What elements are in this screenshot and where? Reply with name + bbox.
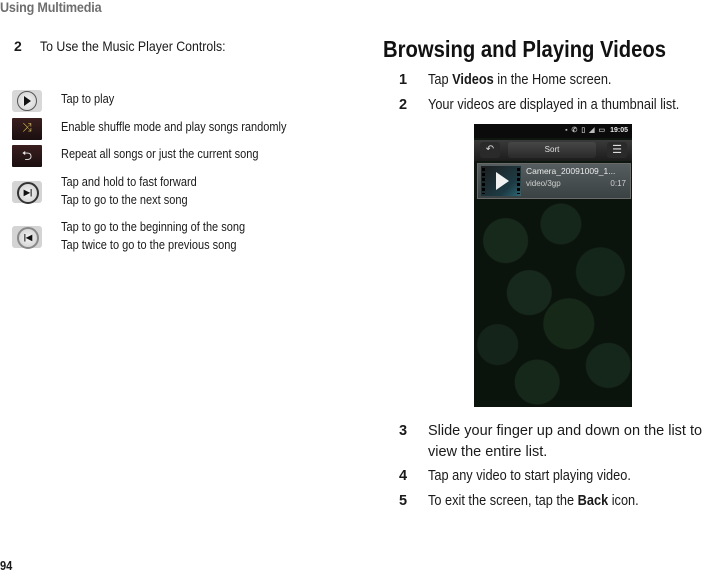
- video-type: video/3gp: [526, 179, 561, 188]
- menu-button[interactable]: ☰: [607, 142, 627, 158]
- shuffle-icon: ⤨: [12, 118, 42, 140]
- video-duration: 0:17: [610, 179, 626, 188]
- video-list-item[interactable]: Camera_20091009_1... video/3gp 0:17: [477, 163, 631, 199]
- play-icon: [496, 172, 509, 190]
- page-number: 94: [0, 558, 13, 573]
- sort-button[interactable]: Sort: [508, 142, 596, 158]
- phone-screenshot: ▪ ✆ ▯ ◢ ▭ 19:05 ↶ Sort ☰ Camera_20091009_…: [474, 124, 632, 407]
- next-icon: ▶|: [12, 181, 42, 204]
- back-icon: ↶: [485, 144, 495, 155]
- control-description: Enable shuffle mode and play songs rando…: [61, 120, 287, 134]
- clover-wallpaper: [474, 199, 632, 407]
- status-bar: ▪ ✆ ▯ ◢ ▭ 19:05: [474, 124, 632, 138]
- video-title: Camera_20091009_1...: [526, 166, 616, 176]
- list-icon: ☰: [612, 144, 622, 156]
- videos-term: Videos: [452, 72, 494, 88]
- step-number: 2: [14, 38, 22, 54]
- running-head: Using Multimedia: [0, 0, 102, 15]
- control-description: Tap and hold to fast forward Tap to go t…: [61, 175, 197, 207]
- previous-icon: |◀: [12, 226, 42, 249]
- control-description: Repeat all songs or just the current son…: [61, 147, 259, 161]
- control-description: Tap to go to the beginning of the song T…: [61, 220, 246, 252]
- back-term: Back: [577, 493, 609, 509]
- back-button[interactable]: ↶: [480, 142, 500, 158]
- video-toolbar: ↶ Sort ☰: [474, 140, 632, 161]
- step-text: To Use the Music Player Controls:: [40, 38, 226, 54]
- control-description: Tap to play: [61, 92, 115, 106]
- play-icon: [12, 90, 42, 112]
- status-icons: ▪ ✆ ▯ ◢ ▭: [565, 127, 607, 134]
- status-time: 19:05: [610, 127, 628, 134]
- video-thumbnail: [481, 166, 521, 196]
- section-heading: Browsing and Playing Videos: [383, 36, 667, 62]
- repeat-icon: ⮌: [12, 145, 42, 167]
